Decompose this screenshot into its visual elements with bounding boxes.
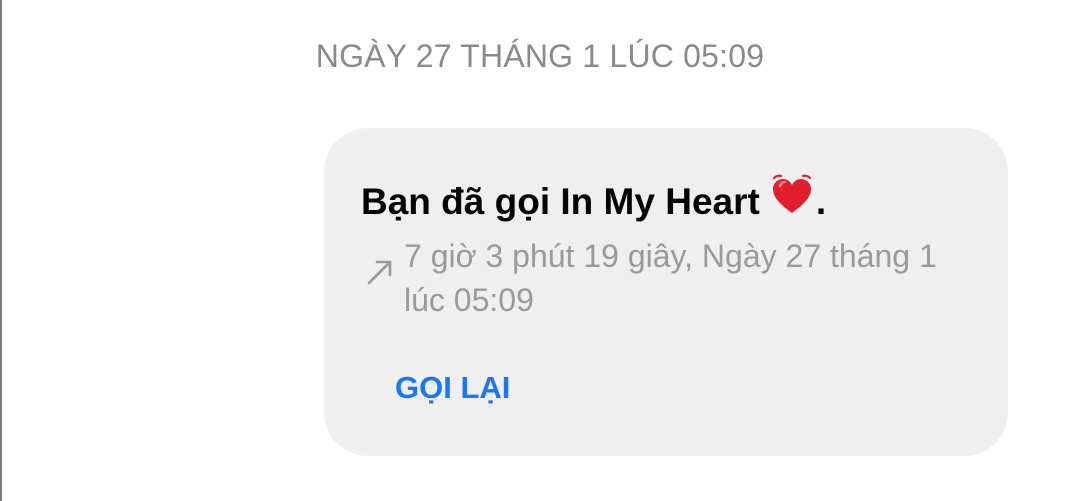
chat-frame: NGÀY 27 THÁNG 1 LÚC 05:09 Bạn đã gọi In … — [0, 0, 1080, 501]
date-separator: NGÀY 27 THÁNG 1 LÚC 05:09 — [0, 38, 1080, 75]
window-left-border — [0, 0, 2, 501]
outgoing-call-arrow-icon — [367, 260, 392, 285]
call-duration-detail: 7 giờ 3 phút 19 giây, Ngày 27 tháng 1 lú… — [404, 238, 937, 318]
call-title-text: Bạn đã gọi In My Heart — [361, 181, 760, 222]
beating-heart-icon — [772, 174, 811, 213]
call-title: Bạn đã gọi In My Heart . — [361, 174, 826, 223]
call-message-bubble[interactable]: Bạn đã gọi In My Heart . 7 giờ 3 phút 19… — [324, 128, 1008, 456]
date-separator-label: NGÀY 27 THÁNG 1 LÚC 05:09 — [315, 38, 765, 74]
call-title-period: . — [815, 181, 827, 222]
call-back-button[interactable]: GỌI LẠI — [395, 368, 510, 408]
